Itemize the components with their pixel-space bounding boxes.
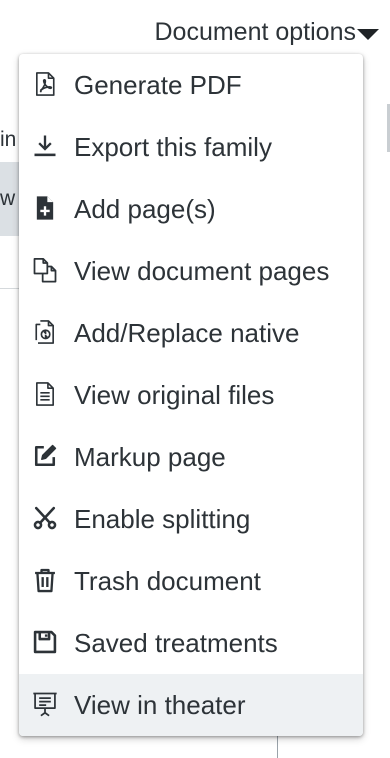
menu-item-view-in-theater[interactable]: View in theater xyxy=(19,674,363,736)
menu-item-enable-splitting[interactable]: Enable splitting xyxy=(19,488,363,550)
pdf-icon xyxy=(31,70,59,98)
menu-item-label: Generate PDF xyxy=(74,70,242,100)
caret-down-icon[interactable] xyxy=(357,29,379,40)
menu-item-generate-pdf[interactable]: Generate PDF xyxy=(19,54,363,116)
trash-icon xyxy=(31,566,59,594)
menu-item-view-document-pages[interactable]: View document pages xyxy=(19,240,363,302)
menu-item-label: Markup page xyxy=(74,442,226,472)
menu-item-label: Trash document xyxy=(74,566,261,596)
file-plus-icon xyxy=(31,194,59,222)
menu-item-label: Export this family xyxy=(74,132,272,162)
document-options-label: Document options xyxy=(154,18,356,46)
menu-item-saved-treatments[interactable]: Saved treatments xyxy=(19,612,363,674)
menu-item-label: Add page(s) xyxy=(74,194,216,224)
menu-item-label: Add/Replace native xyxy=(74,318,300,348)
download-icon xyxy=(31,132,59,160)
menu-item-label: Enable splitting xyxy=(74,504,251,534)
menu-item-export-family[interactable]: Export this family xyxy=(19,116,363,178)
menu-item-label: View in theater xyxy=(74,690,246,720)
document-options-button[interactable]: Document options xyxy=(154,18,356,47)
presentation-icon xyxy=(31,690,59,718)
menu-item-add-pages[interactable]: Add page(s) xyxy=(19,178,363,240)
menu-item-view-original-files[interactable]: View original files xyxy=(19,364,363,426)
menu-item-label: View original files xyxy=(74,380,275,410)
file-replace-icon xyxy=(31,318,59,346)
file-text-icon xyxy=(31,380,59,408)
menu-item-label: View document pages xyxy=(74,256,330,286)
menu-item-add-replace-native[interactable]: Add/Replace native xyxy=(19,302,363,364)
menu-item-markup-page[interactable]: Markup page xyxy=(19,426,363,488)
background-text-fragment: in xyxy=(0,128,17,151)
save-icon xyxy=(31,628,59,656)
background-text-fragment: w xyxy=(0,187,16,210)
document-options-menu: Generate PDF Export this family Add page… xyxy=(19,54,363,736)
edit-icon xyxy=(31,442,59,470)
page: in w Document options Generate PDF Expor… xyxy=(0,0,390,758)
scissors-icon xyxy=(31,504,59,532)
background-divider xyxy=(277,734,278,758)
menu-item-trash-document[interactable]: Trash document xyxy=(19,550,363,612)
menu-item-label: Saved treatments xyxy=(74,628,278,658)
documents-icon xyxy=(31,256,59,284)
